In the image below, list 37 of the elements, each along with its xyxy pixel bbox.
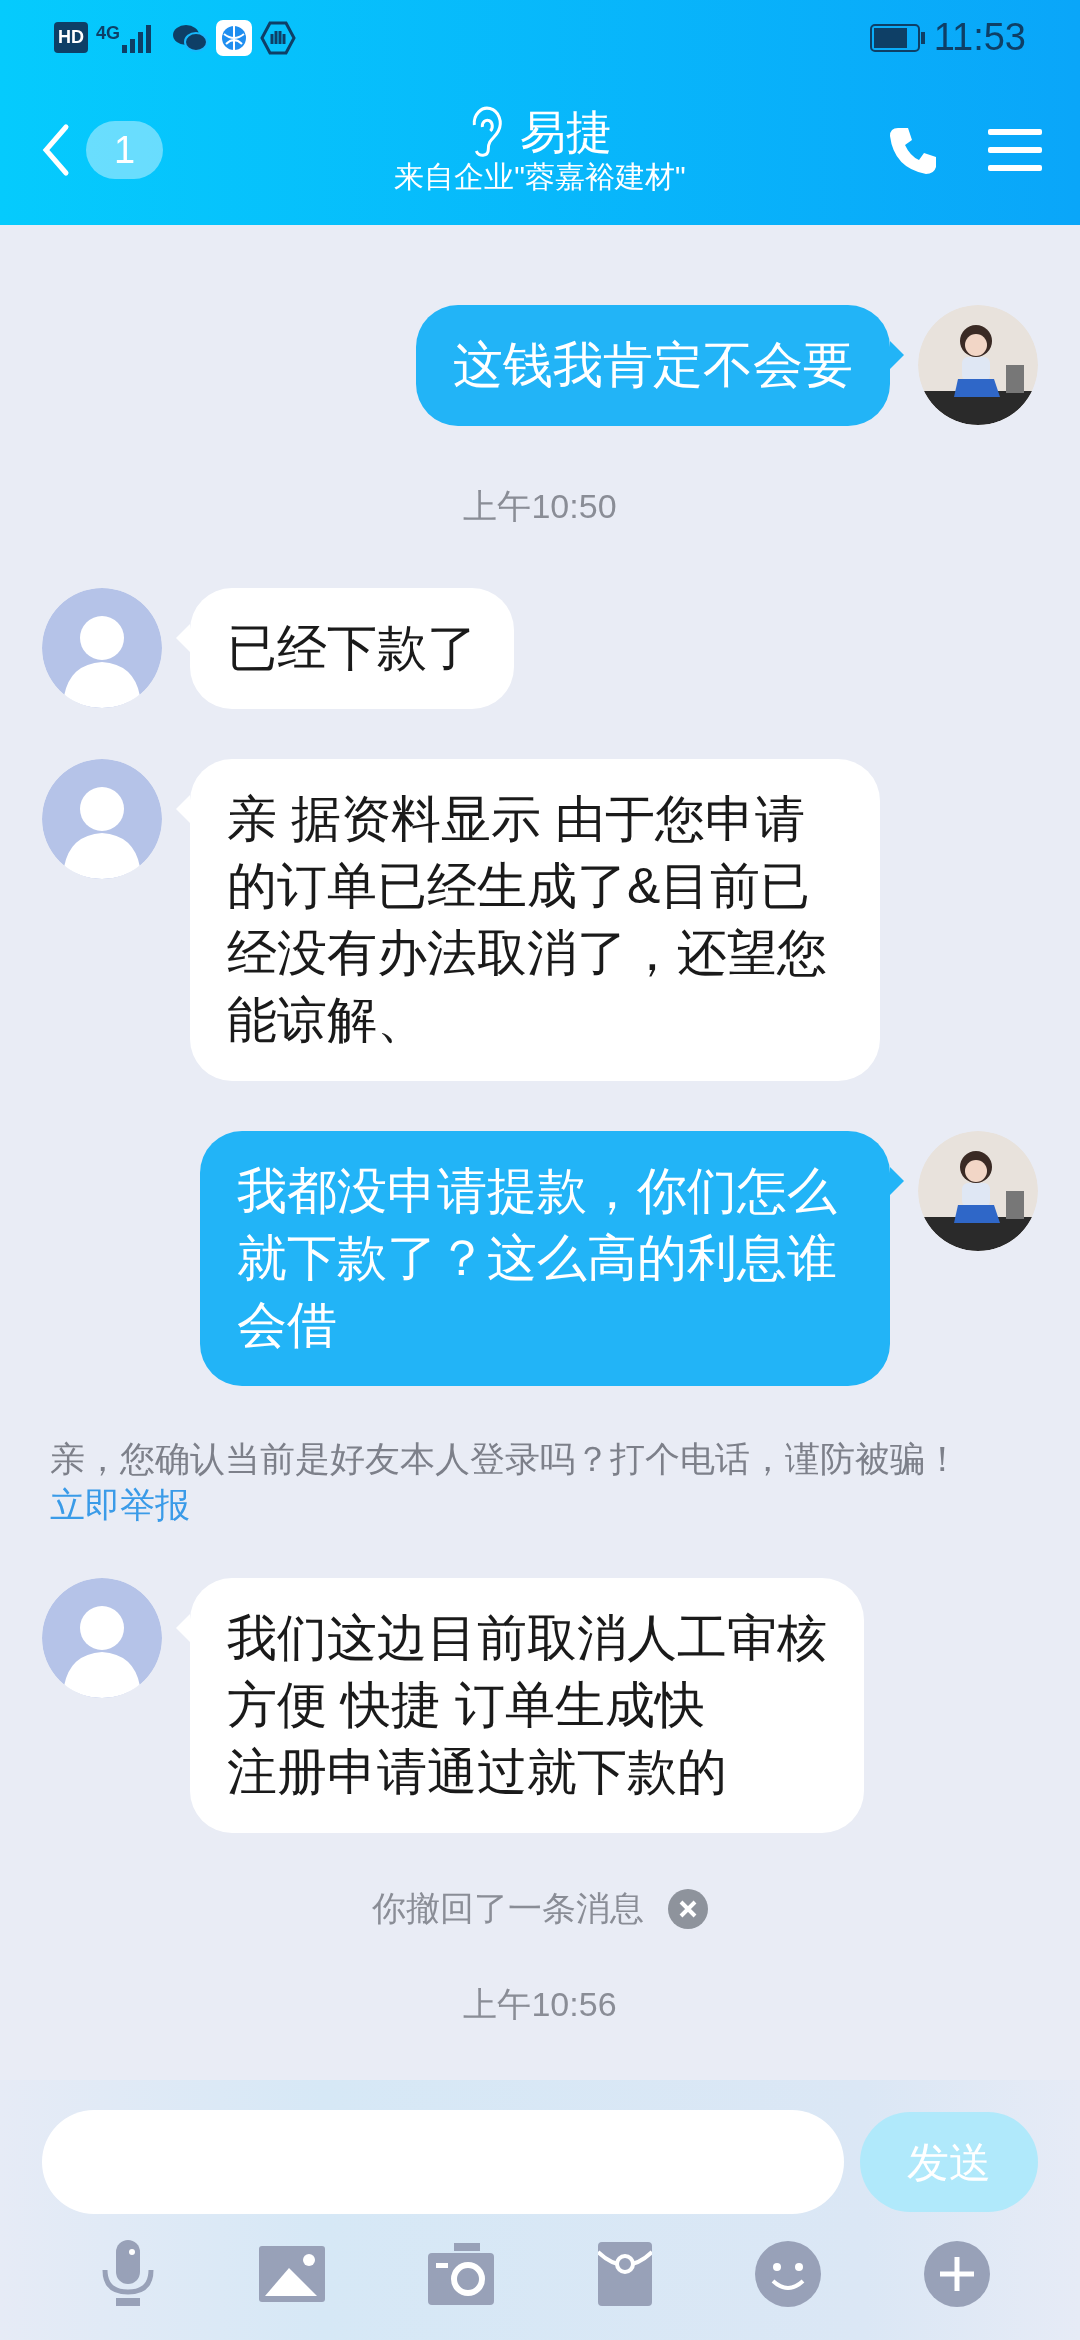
report-link[interactable]: 立即举报	[50, 1485, 190, 1524]
avatar-icon[interactable]	[42, 1578, 162, 1698]
battery-icon	[869, 23, 926, 52]
back-icon[interactable]	[40, 123, 70, 177]
hand-icon	[260, 19, 296, 56]
bubble-tail	[890, 1167, 904, 1195]
chat-subtitle: 来自企业"蓉嘉裕建材"	[394, 159, 686, 195]
hd-label: HD	[54, 22, 88, 53]
message-line: 注册申请通过就下款的	[227, 1743, 728, 1802]
chat-bubbles-icon	[172, 22, 208, 53]
plus-icon[interactable]	[923, 2241, 990, 2307]
menu-icon[interactable]	[988, 127, 1042, 173]
timestamp: 上午10:56	[463, 1984, 617, 2025]
message-bubble: 已经下款了	[190, 588, 514, 709]
camera-icon[interactable]	[428, 2243, 495, 2305]
message-bubble: 亲 据资料显示 由于您申请的订单已经生成了&目前已经没有办法取消了，还望您能谅解、	[190, 759, 880, 1081]
warning-text: 亲，您确认当前是好友本人登录吗？打个电话，谨防被骗！ 立即举报	[50, 1438, 961, 1526]
chat-title: 易捷	[520, 106, 612, 158]
timestamp: 上午10:50	[463, 486, 617, 527]
unread-count-badge[interactable]: 1	[86, 121, 164, 179]
message-bubble: 我都没申请提款，你们怎么就下款了？这么高的利息谁会借	[200, 1131, 890, 1386]
bubble-tail	[890, 341, 904, 369]
message-line: 我们这边目前取消人工审核	[227, 1609, 827, 1668]
microphone-icon[interactable]	[100, 2240, 156, 2308]
envelope-icon[interactable]	[597, 2242, 652, 2306]
avatar-icon[interactable]	[42, 759, 162, 879]
status-time: 11:53	[933, 15, 1026, 60]
smiley-icon[interactable]	[754, 2241, 821, 2307]
recall-notice: 你撤回了一条消息	[372, 1888, 644, 1929]
network-label: 4G	[96, 22, 120, 45]
globe-icon	[216, 19, 252, 56]
avatar-icon[interactable]	[42, 588, 162, 708]
message-bubble: 这钱我肯定不会要	[416, 305, 890, 426]
send-button[interactable]: 发送	[860, 2112, 1038, 2212]
close-icon[interactable]	[668, 1888, 708, 1929]
image-icon[interactable]	[259, 2246, 326, 2302]
message-line: 方便 快捷 订单生成快	[227, 1676, 706, 1735]
